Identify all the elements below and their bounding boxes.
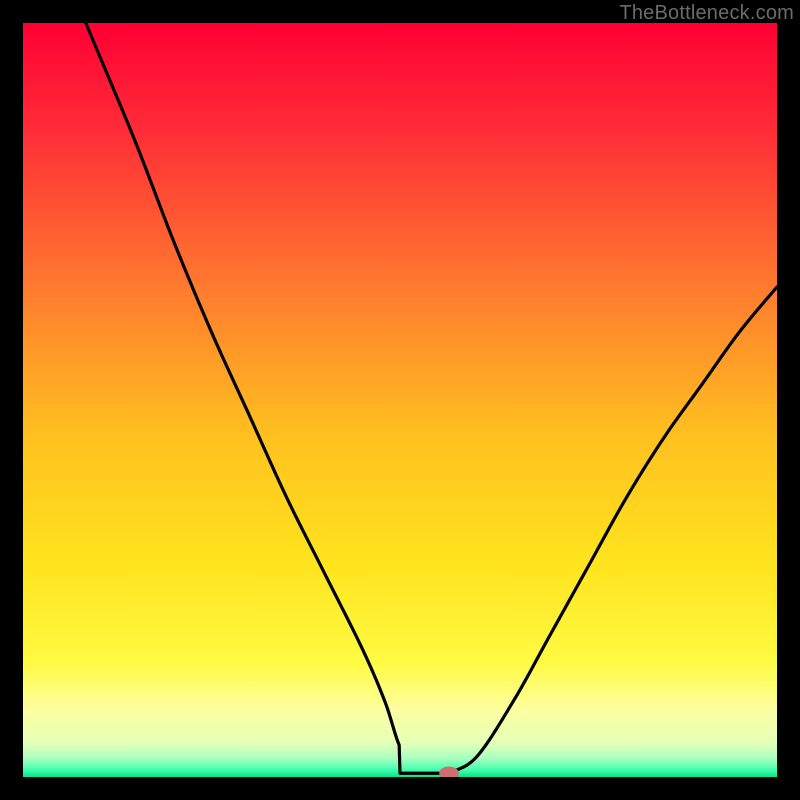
- chart-container: TheBottleneck.com: [0, 0, 800, 800]
- plot-area: [23, 23, 777, 777]
- watermark-text: TheBottleneck.com: [619, 2, 794, 25]
- gradient-background: [23, 23, 777, 777]
- chart-svg: [23, 23, 777, 777]
